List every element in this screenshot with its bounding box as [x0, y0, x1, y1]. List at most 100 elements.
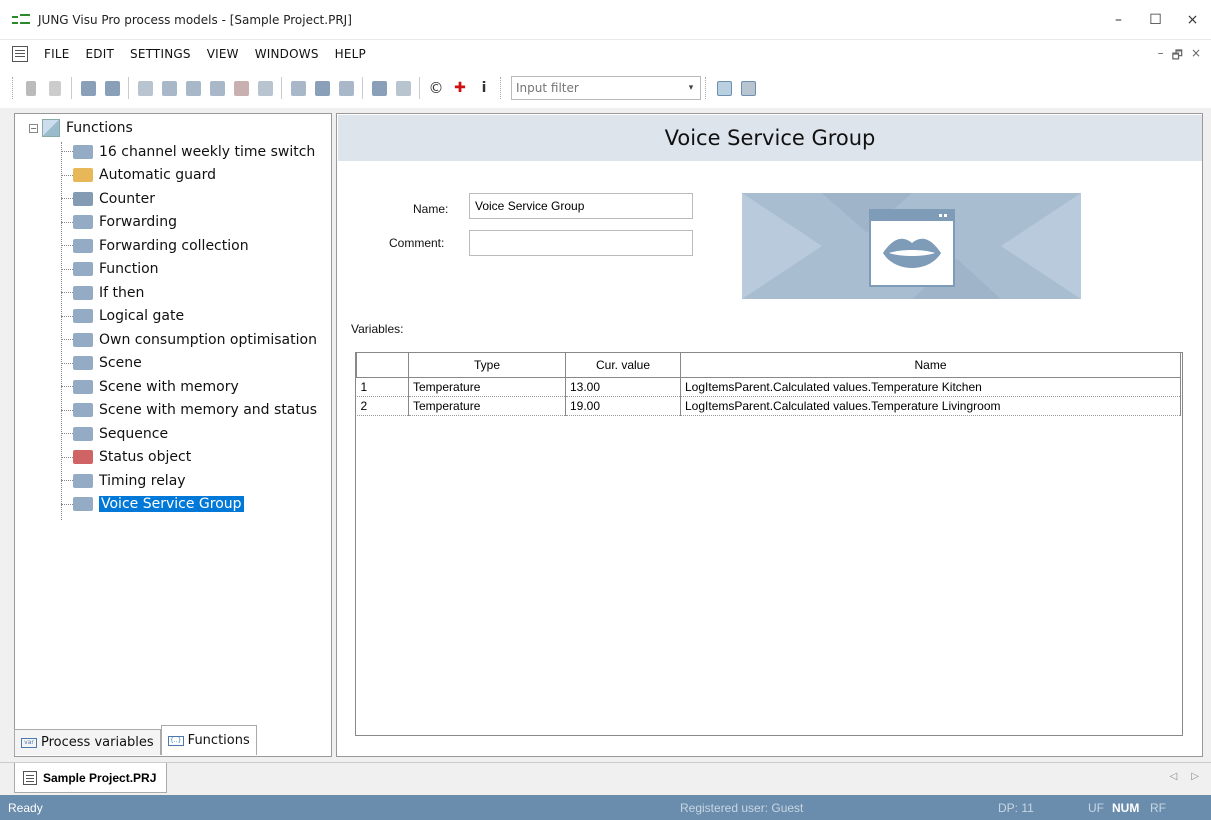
document-tab-sample-project[interactable]: Sample Project.PRJ — [14, 763, 168, 793]
add-item-icon — [161, 80, 177, 96]
toolbar-separator — [71, 77, 72, 99]
name-input[interactable] — [469, 193, 693, 219]
column-header-type[interactable]: Type — [408, 353, 566, 378]
tree-item-label: 16 channel weekly time switch — [99, 143, 316, 160]
tb-add-c-button[interactable] — [207, 78, 227, 98]
toolbar-grip[interactable] — [12, 77, 15, 99]
table-row[interactable]: 1 Temperature 13.00 LogItemsParent.Calcu… — [356, 377, 1181, 397]
tb-variable-button[interactable] — [135, 78, 155, 98]
weekly-timer-icon — [73, 144, 93, 159]
tree-item[interactable]: Counter — [19, 187, 331, 211]
tab-process-variables[interactable]: var Process variables — [14, 729, 161, 755]
comment-label: Comment: — [389, 236, 445, 250]
move-in-icon — [80, 80, 96, 96]
tree-item[interactable]: Own consumption optimisation — [19, 328, 331, 352]
tree-item-label: Timing relay — [99, 472, 186, 489]
toolbar-separator — [362, 77, 363, 99]
tb-add-a-button[interactable] — [159, 78, 179, 98]
tb-mail-button[interactable] — [312, 78, 332, 98]
mdi-restore-button[interactable]: 🗗 — [1172, 46, 1183, 67]
tb-unlink-button[interactable] — [393, 78, 413, 98]
tree-item[interactable]: If then — [19, 281, 331, 305]
column-header-index[interactable] — [356, 353, 409, 378]
comment-input[interactable] — [469, 230, 693, 256]
tb-view-a-button[interactable] — [714, 78, 734, 98]
row-name[interactable]: LogItemsParent.Calculated values.Tempera… — [680, 377, 1181, 397]
mail-add-icon — [290, 80, 306, 96]
menu-file[interactable]: FILE — [36, 47, 78, 61]
tree-item[interactable]: Sequence — [19, 422, 331, 446]
function-detail-panel: Voice Service Group Name: Comment: Varia… — [336, 113, 1203, 757]
status-dp: DP: 11 — [998, 801, 1034, 815]
tb-add-b-button[interactable] — [183, 78, 203, 98]
tb-view-b-button[interactable] — [738, 78, 758, 98]
tree-item[interactable]: Logical gate — [19, 305, 331, 329]
tab-scroll-right-icon[interactable]: ▷ — [1191, 771, 1199, 782]
tb-move-out-button[interactable] — [102, 78, 122, 98]
red-plus-icon: ✚ — [454, 80, 466, 96]
menu-settings[interactable]: SETTINGS — [122, 47, 199, 61]
tree-item[interactable]: Automatic guard — [19, 164, 331, 188]
toolbar-separator — [419, 77, 420, 99]
tab-scroll-left-icon[interactable]: ◁ — [1170, 771, 1178, 782]
tree-item[interactable]: 16 channel weekly time switch — [19, 140, 331, 164]
tb-new-button[interactable] — [21, 78, 41, 98]
tree-item[interactable]: Voice Service Group — [19, 493, 331, 517]
chevron-down-icon[interactable]: ▾ — [682, 83, 700, 93]
row-cur-value[interactable]: 19.00 — [565, 396, 681, 416]
tb-mail-delete-button[interactable] — [336, 78, 356, 98]
toolbar-grip[interactable] — [705, 77, 708, 99]
menu-edit[interactable]: EDIT — [78, 47, 123, 61]
tree-item[interactable]: Scene with memory — [19, 375, 331, 399]
table-row[interactable]: 2 Temperature 19.00 LogItemsParent.Calcu… — [356, 396, 1181, 416]
tb-mail-add-button[interactable] — [288, 78, 308, 98]
tree-item[interactable]: Status object — [19, 446, 331, 470]
tb-copyright-button[interactable]: © — [426, 78, 446, 98]
column-header-cur-value[interactable]: Cur. value — [565, 353, 681, 378]
tb-move-in-button[interactable] — [78, 78, 98, 98]
mdi-close-button[interactable]: × — [1191, 46, 1201, 67]
tree-root-functions[interactable]: − Functions — [19, 116, 331, 140]
add-item-icon — [209, 80, 225, 96]
tree-connector — [61, 268, 73, 270]
tree-item[interactable]: Forwarding — [19, 211, 331, 235]
input-filter-field[interactable] — [512, 81, 682, 95]
row-type[interactable]: Temperature — [408, 377, 566, 397]
tree-item[interactable]: Scene — [19, 352, 331, 376]
tab-functions[interactable]: {..} Functions — [160, 725, 257, 755]
menu-view[interactable]: VIEW — [199, 47, 247, 61]
tree-item[interactable]: Function — [19, 258, 331, 282]
minimize-button[interactable]: – — [1100, 0, 1137, 40]
tree-connector — [61, 245, 73, 246]
input-filter-combo[interactable]: ▾ — [511, 76, 701, 100]
tree-item[interactable]: Forwarding collection — [19, 234, 331, 258]
tree-item[interactable]: Timing relay — [19, 469, 331, 493]
collapse-icon[interactable]: − — [29, 123, 38, 133]
maximize-button[interactable]: ☐ — [1137, 0, 1174, 40]
tree-item-label: Sequence — [99, 425, 169, 442]
variable-icon — [137, 80, 153, 96]
tree-item-label: Voice Service Group — [99, 496, 244, 513]
tree-item-label: Forwarding — [99, 214, 177, 231]
tb-properties-button[interactable] — [45, 78, 65, 98]
menu-help[interactable]: HELP — [327, 47, 374, 61]
tree-connector — [61, 315, 73, 317]
document-menu-icon[interactable] — [12, 46, 28, 62]
toolbar-grip[interactable] — [500, 77, 503, 99]
app-window-graphic — [869, 209, 955, 287]
menu-windows[interactable]: WINDOWS — [247, 47, 327, 61]
tb-add-red-button[interactable]: ✚ — [450, 78, 470, 98]
tree-item-label: Own consumption optimisation — [99, 331, 317, 348]
column-header-name[interactable]: Name — [680, 353, 1181, 378]
tree-item-label: Status object — [99, 449, 192, 466]
row-name[interactable]: LogItemsParent.Calculated values.Tempera… — [680, 396, 1181, 416]
close-button[interactable]: × — [1174, 0, 1211, 40]
row-type[interactable]: Temperature — [408, 396, 566, 416]
tb-link-button[interactable] — [369, 78, 389, 98]
mdi-minimize-button[interactable]: – — [1158, 46, 1164, 67]
tree-item[interactable]: Scene with memory and status — [19, 399, 331, 423]
tb-info-button[interactable]: i — [474, 78, 494, 98]
tb-delete-button[interactable] — [231, 78, 251, 98]
row-cur-value[interactable]: 13.00 — [565, 377, 681, 397]
tb-export-button[interactable] — [255, 78, 275, 98]
